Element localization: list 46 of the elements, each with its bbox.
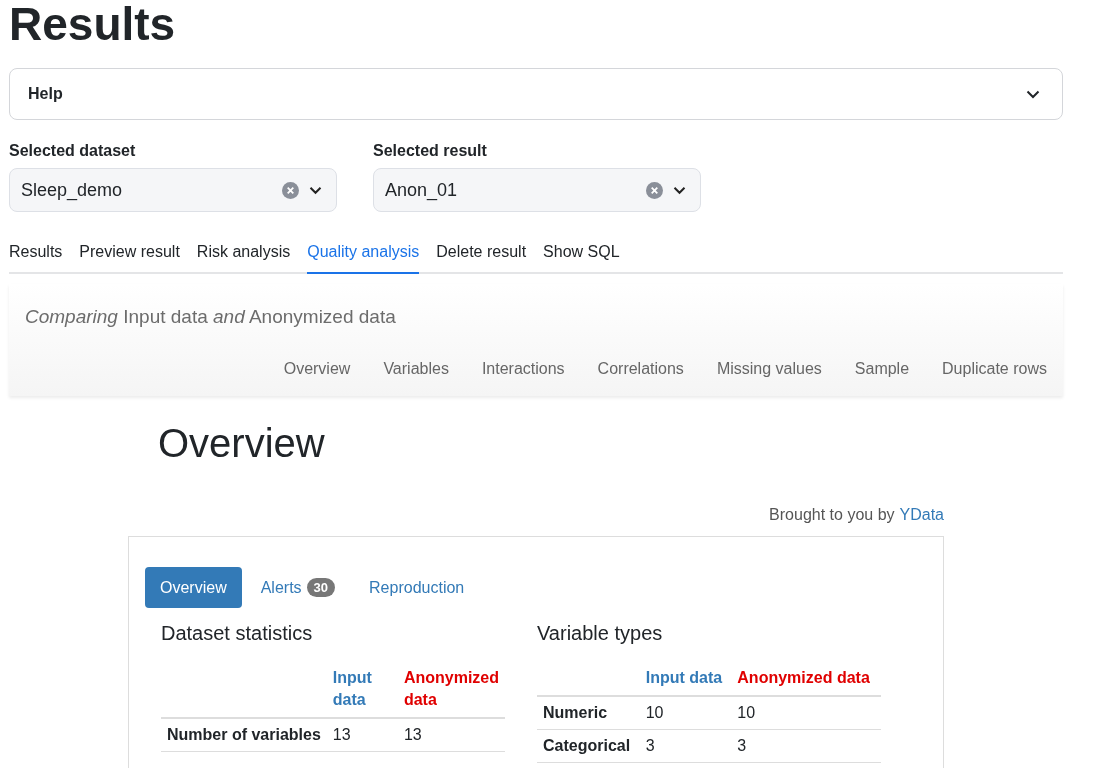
table-cell: 3: [639, 729, 732, 763]
select-label: Selected result: [373, 142, 488, 160]
column-header: Anonymized data: [397, 661, 505, 718]
report-nav-link[interactable]: Sample: [854, 360, 910, 378]
column-header: Input data: [639, 661, 732, 696]
table-title: Variable types: [537, 622, 664, 645]
tab[interactable]: Risk analysis: [196, 238, 291, 274]
section-heading: Overview: [158, 420, 325, 466]
select-field[interactable]: Sleep_demo: [9, 168, 337, 212]
table-cell: 13: [397, 718, 505, 752]
tab[interactable]: Delete result: [436, 238, 527, 274]
help-accordion[interactable]: Help: [9, 68, 1063, 120]
row-header: Numeric: [537, 696, 640, 730]
pill-tab[interactable]: Overview: [145, 567, 242, 608]
chevron-icon[interactable]: [309, 185, 322, 195]
page-title: Results: [9, 0, 176, 50]
tab[interactable]: Preview result: [79, 238, 180, 274]
select-label: Selected dataset: [9, 142, 137, 160]
column-header: Input data: [326, 661, 398, 718]
table-title: Dataset statistics: [161, 622, 314, 645]
report-nav-link[interactable]: Missing values: [716, 360, 822, 378]
table-cell: 13: [326, 718, 398, 752]
credit-link[interactable]: YData: [899, 506, 944, 524]
tab[interactable]: Results: [9, 238, 63, 274]
row-header: Categorical: [537, 729, 640, 763]
table-cell: 3: [731, 729, 881, 763]
clear-icon[interactable]: [646, 181, 663, 199]
pill-tab[interactable]: Reproduction: [354, 567, 480, 608]
report-nav-link[interactable]: Correlations: [597, 360, 684, 378]
report-subtitle: Comparing Input data and Anonymized data: [25, 306, 397, 328]
row-header: Number of variables: [161, 718, 327, 752]
tab[interactable]: Quality analysis: [307, 238, 420, 274]
report-nav-link[interactable]: Interactions: [481, 360, 565, 378]
table-cell: 10: [639, 696, 732, 730]
report-nav-link[interactable]: Duplicate rows: [942, 360, 1047, 378]
credit-text: Brought to you by: [769, 506, 895, 524]
report-nav-link[interactable]: Variables: [383, 360, 449, 378]
clear-icon[interactable]: [282, 181, 299, 199]
chevron-icon[interactable]: [673, 185, 686, 195]
tab[interactable]: Show SQL: [543, 238, 620, 274]
column-header: Anonymized data: [731, 661, 881, 696]
pill-tab[interactable]: Alerts 30: [245, 567, 351, 608]
select-field[interactable]: Anon_01: [373, 168, 701, 212]
table-cell: 10: [731, 696, 881, 730]
report-nav-link[interactable]: Overview: [283, 360, 351, 378]
chevron-icon: [1026, 89, 1040, 99]
